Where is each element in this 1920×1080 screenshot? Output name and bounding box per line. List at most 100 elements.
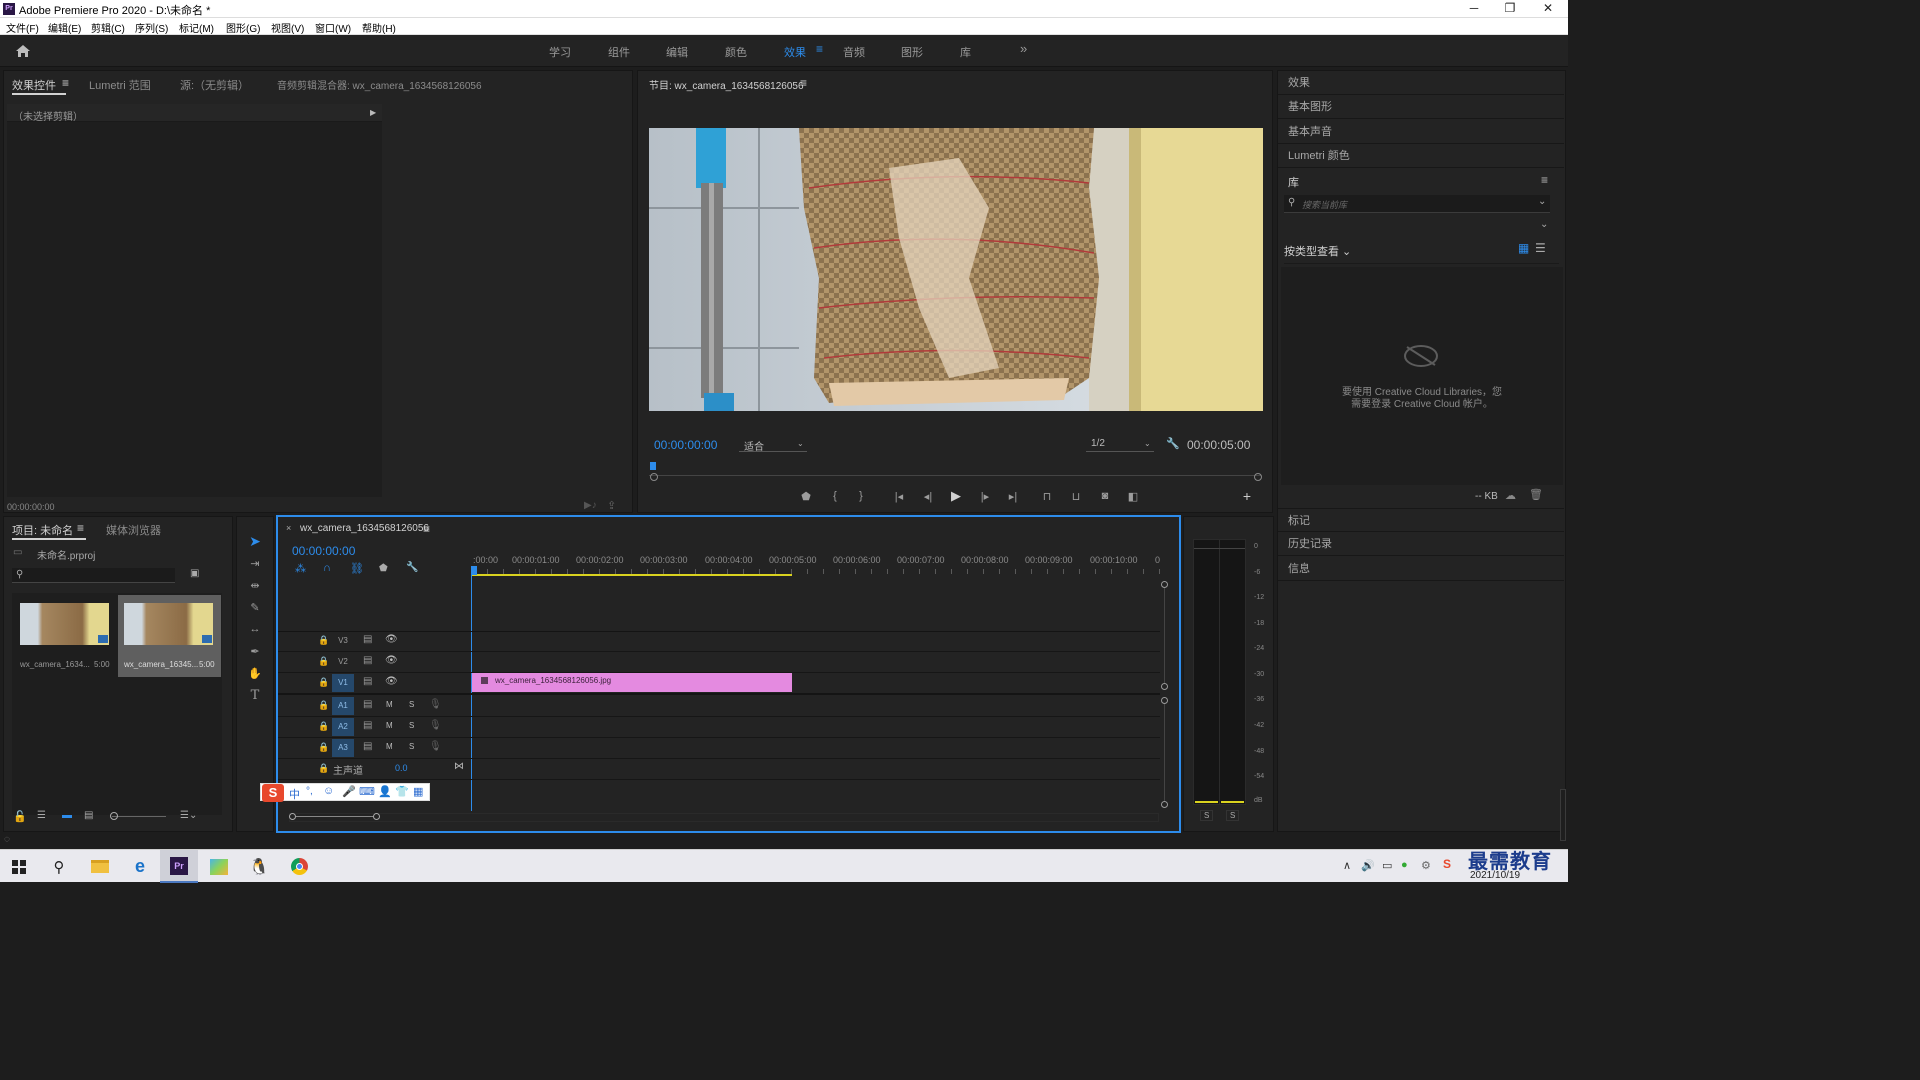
project-item-2-selected[interactable]: wx_camera_16345... 5:00 [118,595,221,677]
razor-tool-icon[interactable]: ✎ [247,599,263,615]
grid-view-icon[interactable]: ▦ [1518,241,1529,255]
lock-icon[interactable]: 🔒 [318,721,329,732]
lock-icon[interactable]: 🔒 [318,742,329,753]
export-icon[interactable]: ⇪ [607,499,616,512]
microphone-icon[interactable]: 🎙 [429,699,442,710]
workspace-color[interactable]: 颜色 [725,44,747,60]
restore-button[interactable]: ❐ [1492,0,1528,18]
vertical-scrollbar[interactable] [1164,704,1165,801]
menu-clip[interactable]: 剪辑(C) [91,20,125,35]
track-target-v2[interactable]: V2 [332,653,354,671]
track-select-tool-icon[interactable]: ⇥ [247,555,263,571]
timeline-menu-icon[interactable]: ≡ [423,522,430,536]
sogou-tray-icon[interactable]: S [1443,857,1451,871]
new-bin-icon[interactable]: ▣ [190,568,199,579]
tab-project[interactable]: 项目: 未命名 [12,522,73,538]
ime-toolbox-icon[interactable]: ▦ [413,785,423,798]
list-view-icon[interactable]: ☰ [37,810,46,821]
libraries-menu-icon[interactable]: ≡ [1541,173,1548,187]
menu-view[interactable]: 视图(V) [271,20,304,35]
panel-effects[interactable]: 效果 [1278,71,1564,95]
file-explorer-icon[interactable] [81,850,119,883]
home-icon[interactable] [15,44,31,58]
meter-solo-right[interactable]: S [1226,810,1240,821]
network-icon[interactable]: ▭ [1382,859,1392,872]
panel-essential-graphics[interactable]: 基本图形 [1278,95,1564,119]
mute-button[interactable]: M [386,700,393,709]
track-target-v3[interactable]: V3 [332,632,354,650]
ime-user-icon[interactable]: 👤 [378,785,392,798]
zoom-slider[interactable] [112,816,166,817]
tab-effect-controls[interactable]: 效果控件 [12,77,56,93]
hand-tool-icon[interactable]: ✋ [247,665,263,681]
menu-markers[interactable]: 标记(M) [179,20,214,35]
timeline-playhead-head[interactable] [471,566,477,575]
panel-essential-sound[interactable]: 基本声音 [1278,120,1564,144]
eye-icon[interactable]: 👁 [385,634,398,645]
export-frame-icon[interactable]: ◙ [1097,489,1113,503]
start-button[interactable] [0,850,38,883]
microphone-icon[interactable]: 🎙 [429,720,442,731]
chevron-down-icon[interactable]: ⌄ [1540,219,1548,230]
pen-tool-icon[interactable]: ✒ [247,643,263,659]
premiere-taskbar-icon[interactable]: Pr [160,850,198,883]
work-area-bar[interactable] [472,574,792,576]
track-target-a1[interactable]: A1 [332,697,354,715]
add-marker-icon[interactable]: ⬟ [379,563,388,574]
go-to-end-icon[interactable]: ⋈ [454,761,464,772]
menu-file[interactable]: 文件(F) [6,20,39,35]
tab-media-browser[interactable]: 媒体浏览器 [106,522,161,538]
ime-emoji-icon[interactable]: ☺ [323,785,334,797]
lock-icon[interactable]: 🔒 [318,763,329,774]
track-target-a2[interactable]: A2 [332,718,354,736]
program-monitor-title[interactable]: 节目: wx_camera_1634568126056 [649,77,804,92]
sync-lock-icon[interactable]: ▤ [363,720,372,731]
edge-browser-icon[interactable]: e [121,850,159,883]
workspace-graphics[interactable]: 图形 [901,44,923,60]
volume-icon[interactable]: 🔊 [1361,859,1375,872]
mark-in-icon[interactable]: { [828,489,842,503]
ime-voice-icon[interactable]: 🎤 [342,785,356,798]
ime-keyboard-icon[interactable]: ⌨ [359,785,375,798]
microphone-icon[interactable]: 🎙 [429,741,442,752]
menu-sequence[interactable]: 序列(S) [135,20,168,35]
play-icon[interactable]: ▶ [948,488,964,503]
project-search-input[interactable]: ⚲ [12,568,175,583]
go-to-in-icon[interactable]: |◂ [891,489,907,503]
slip-tool-icon[interactable]: ↔ [247,621,263,637]
library-search-input[interactable]: ⚲ 搜索当前库 ⌄ [1284,195,1550,213]
timeline-timecode[interactable]: 00:00:00:00 [292,544,355,558]
vertical-scroll-handle[interactable] [1161,683,1168,690]
snap-magnet-icon[interactable]: ∩ [323,562,331,574]
program-playhead[interactable] [650,462,656,470]
vertical-scroll-handle[interactable] [1161,581,1168,588]
ripple-edit-tool-icon[interactable]: ⇹ [247,577,263,593]
go-to-out-icon[interactable]: ▸| [1005,489,1021,503]
resolution-dropdown[interactable]: 1/2 ⌄ [1086,436,1154,452]
panel-markers[interactable]: 标记 [1278,508,1564,532]
menu-window[interactable]: 窗口(W) [315,20,351,35]
vertical-scroll-handle[interactable] [1161,801,1168,808]
lock-icon[interactable]: 🔓 [13,810,27,823]
close-button[interactable]: ✕ [1530,0,1566,18]
scroll-handle-left[interactable] [650,473,658,481]
track-target-v1[interactable]: V1 [332,674,354,692]
tab-source[interactable]: 源:（无剪辑） [180,77,249,93]
vertical-scroll-handle[interactable] [1161,697,1168,704]
linked-selection-icon[interactable]: ⛓ [350,562,364,575]
expand-arrow-icon[interactable]: ▶ [370,108,376,117]
timeline-clip[interactable]: wx_camera_1634568126056.jpg [472,673,792,692]
workspace-audio[interactable]: 音频 [843,44,865,60]
trash-icon[interactable]: 🗑 [1529,488,1543,501]
add-marker-icon[interactable]: ⬟ [799,489,813,503]
solo-button[interactable]: S [409,700,414,709]
side-scrollbar[interactable] [1560,789,1566,841]
lock-icon[interactable]: 🔒 [318,677,329,688]
program-playhead-timecode[interactable]: 00:00:00:00 [654,438,717,452]
project-menu-icon[interactable]: ≡ [77,521,84,535]
play-audio-icon[interactable]: ▶♪ [584,500,597,511]
step-back-icon[interactable]: ◂| [920,489,936,503]
sync-lock-icon[interactable]: ▤ [363,655,372,666]
minimize-button[interactable]: ─ [1456,0,1492,18]
sync-lock-icon[interactable]: ▤ [363,741,372,752]
